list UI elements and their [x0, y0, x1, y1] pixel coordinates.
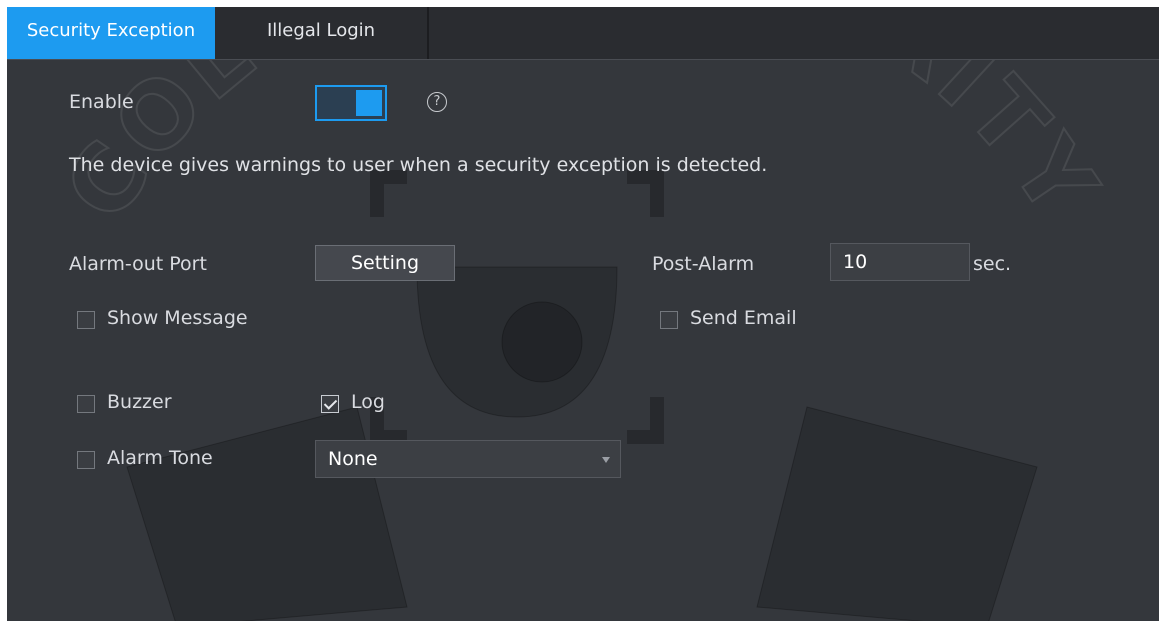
question-circle-icon[interactable]: ? — [427, 92, 447, 112]
show-message-checkbox[interactable] — [77, 311, 95, 329]
show-message-label: Show Message — [107, 307, 248, 329]
tab-illegal-login[interactable]: Illegal Login — [215, 7, 429, 59]
buzzer-label: Buzzer — [107, 391, 172, 413]
enable-label: Enable — [69, 91, 134, 113]
description-text: The device gives warnings to user when a… — [69, 154, 768, 176]
post-alarm-input[interactable]: 10 — [830, 243, 970, 281]
send-email-label: Send Email — [690, 307, 797, 329]
chevron-down-icon — [602, 457, 610, 463]
enable-toggle[interactable] — [315, 85, 387, 121]
security-exception-panel: COLLSAM SECURITY Security Exception Ille… — [7, 7, 1159, 621]
post-alarm-label: Post-Alarm — [652, 253, 755, 275]
tab-security-exception[interactable]: Security Exception — [7, 7, 215, 59]
log-label: Log — [351, 391, 385, 413]
alarm-tone-selected: None — [328, 448, 378, 470]
alarm-tone-select[interactable]: None — [315, 440, 621, 478]
log-checkbox[interactable] — [321, 395, 339, 413]
toggle-knob — [356, 90, 382, 116]
tab-bar: Security Exception Illegal Login — [7, 7, 1159, 60]
alarm-tone-label: Alarm Tone — [107, 447, 213, 469]
buzzer-checkbox[interactable] — [77, 395, 95, 413]
post-alarm-unit: sec. — [973, 253, 1012, 275]
alarm-out-setting-button[interactable]: Setting — [315, 245, 455, 281]
alarm-out-port-label: Alarm-out Port — [69, 253, 207, 275]
alarm-tone-checkbox[interactable] — [77, 451, 95, 469]
send-email-checkbox[interactable] — [660, 311, 678, 329]
